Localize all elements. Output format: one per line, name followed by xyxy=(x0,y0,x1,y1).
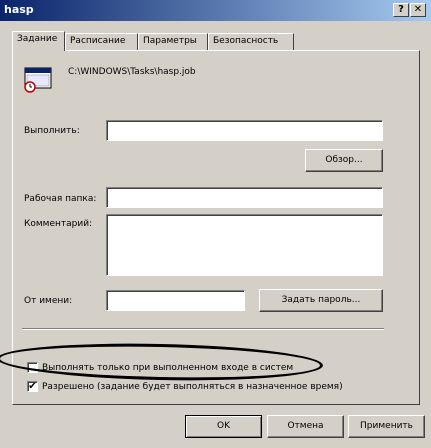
tab-security[interactable]: Безопасность xyxy=(208,33,294,50)
run-field[interactable] xyxy=(106,120,383,141)
scheduled-task-icon xyxy=(24,66,54,94)
close-button[interactable]: ✕ xyxy=(410,3,426,17)
run-as-label: От имени: xyxy=(24,296,73,306)
tab-task[interactable]: Задание xyxy=(12,31,65,51)
help-button[interactable]: ? xyxy=(393,3,409,17)
run-label: Выполнить: xyxy=(24,126,80,136)
title-bar[interactable]: hasp ? ✕ xyxy=(0,0,431,21)
browse-button[interactable]: Обзор... xyxy=(305,149,383,172)
ok-button[interactable]: OK xyxy=(185,415,262,438)
enabled-label: Разрешено (задание будет выполняться в н… xyxy=(42,382,343,392)
apply-button[interactable]: Применить xyxy=(348,415,425,438)
task-file-path: C:\WINDOWS\Tasks\hasp.job xyxy=(68,67,196,77)
window-title: hasp xyxy=(4,3,34,16)
comment-field[interactable] xyxy=(106,214,383,276)
comment-label: Комментарий: xyxy=(24,219,93,229)
tab-settings[interactable]: Параметры xyxy=(138,33,208,50)
run-as-field[interactable] xyxy=(106,290,245,311)
cancel-button[interactable]: Отмена xyxy=(267,415,344,438)
working-folder-field[interactable] xyxy=(106,187,383,208)
set-password-button[interactable]: Задать пароль... xyxy=(259,289,383,312)
enabled-checkbox[interactable]: ✔ xyxy=(27,381,38,392)
tab-schedule[interactable]: Расписание xyxy=(65,33,138,50)
working-folder-label: Рабочая папка: xyxy=(24,194,97,204)
separator xyxy=(22,328,384,330)
task-properties-window: hasp ? ✕ Задание Расписание Параметры Бе… xyxy=(0,0,431,448)
